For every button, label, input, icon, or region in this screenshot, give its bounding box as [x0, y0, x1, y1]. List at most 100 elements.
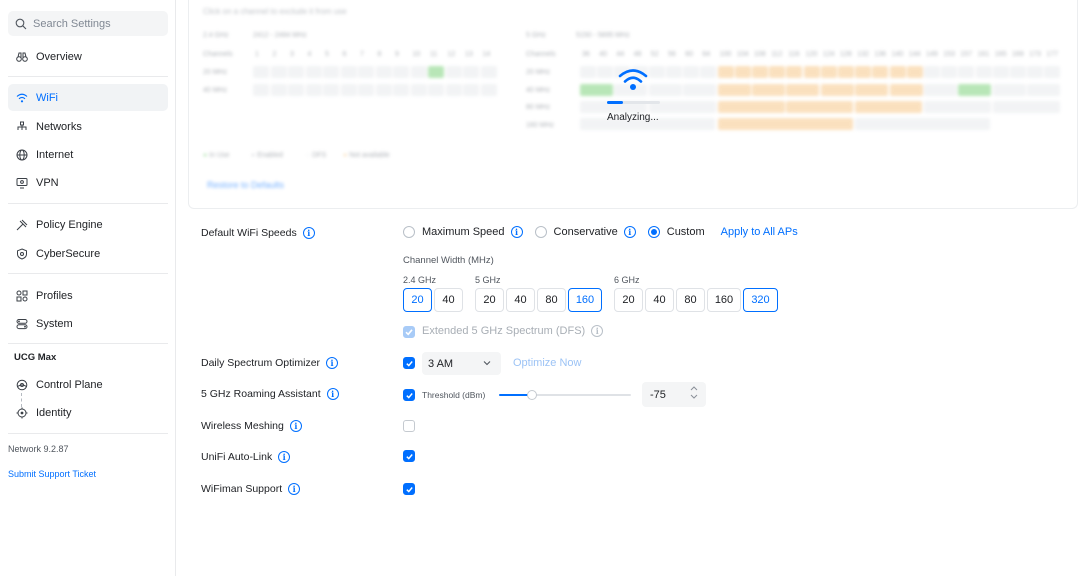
width-6-20-button[interactable]: 20 [614, 288, 643, 312]
channel-cell[interactable] [340, 66, 357, 78]
channel-cell[interactable] [992, 66, 1009, 78]
sidebar-item-cybersecure[interactable]: CyberSecure [8, 240, 168, 267]
channel-cell[interactable] [1027, 84, 1061, 96]
channel-cell[interactable] [992, 101, 1060, 113]
channel-cell[interactable] [358, 84, 374, 96]
channel-cell[interactable] [700, 66, 717, 78]
channel-cell[interactable] [752, 84, 785, 96]
chevron-up-icon[interactable] [690, 385, 698, 391]
spectrum-optimizer-checkbox[interactable] [403, 357, 415, 369]
info-icon[interactable]: i [326, 357, 339, 369]
channel-cell[interactable] [463, 66, 479, 78]
channel-cell[interactable] [752, 66, 768, 78]
wireless-meshing-checkbox[interactable] [403, 420, 415, 432]
channel-cell[interactable] [717, 84, 751, 96]
channel-cell[interactable] [717, 101, 785, 113]
apply-to-all-aps-link[interactable]: Apply to All APs [721, 226, 798, 238]
channel-cell[interactable] [717, 118, 853, 130]
radio-maximum-speed[interactable]: Maximum Speed i [403, 226, 523, 238]
channel-cell[interactable] [1010, 66, 1026, 78]
channel-cell[interactable] [288, 84, 304, 96]
roaming-assistant-checkbox[interactable] [403, 389, 415, 401]
channel-cell[interactable] [270, 66, 287, 78]
channel-cell[interactable] [253, 66, 269, 78]
channel-cell[interactable] [906, 66, 923, 78]
channel-cell[interactable] [375, 84, 392, 96]
channel-cell[interactable] [889, 66, 906, 78]
info-icon[interactable]: i [302, 227, 315, 239]
optimizer-time-select[interactable]: 3 AM [422, 352, 501, 375]
channel-cell[interactable] [683, 84, 717, 96]
channel-cell[interactable] [580, 66, 596, 78]
channel-cell[interactable] [288, 66, 304, 78]
sidebar-item-networks[interactable]: Networks [8, 113, 168, 140]
sidebar-item-control-plane[interactable]: Control Plane [8, 371, 168, 398]
channel-cell[interactable] [820, 84, 854, 96]
channel-cell[interactable] [375, 66, 392, 78]
sidebar-item-identity[interactable]: Identity [8, 399, 168, 426]
sidebar-item-profiles[interactable]: Profiles [8, 282, 168, 309]
info-icon[interactable]: i [591, 325, 604, 337]
channel-cell[interactable] [855, 66, 872, 78]
info-icon[interactable]: i [326, 388, 339, 400]
channel-cell[interactable] [305, 84, 322, 96]
submit-support-ticket-link[interactable]: Submit Support Ticket [8, 469, 96, 479]
extended-dfs-checkbox[interactable] [403, 326, 415, 338]
channel-cell[interactable] [924, 84, 957, 96]
channel-cell[interactable] [838, 66, 854, 78]
channel-cell[interactable] [872, 66, 889, 78]
channel-cell[interactable] [323, 66, 339, 78]
channel-cell[interactable] [393, 66, 409, 78]
width-5-20-button[interactable]: 20 [475, 288, 504, 312]
info-icon[interactable]: i [288, 483, 301, 495]
sidebar-item-internet[interactable]: Internet [8, 141, 168, 168]
channel-cell[interactable] [855, 84, 889, 96]
radio-custom[interactable]: Custom [647, 226, 705, 238]
channel-cell[interactable] [253, 84, 269, 96]
chevron-down-icon[interactable] [690, 394, 698, 400]
sidebar-item-wifi[interactable]: WiFi [8, 84, 168, 111]
channel-cell[interactable] [323, 84, 339, 96]
channel-cell[interactable] [820, 66, 837, 78]
restore-defaults-link[interactable]: Restore to Defaults [207, 180, 284, 190]
threshold-slider[interactable] [499, 390, 631, 400]
width-6-40-button[interactable]: 40 [645, 288, 674, 312]
channel-cell[interactable] [270, 84, 287, 96]
search-box[interactable] [8, 11, 168, 36]
channel-cell[interactable] [480, 66, 497, 78]
channel-cell[interactable] [786, 66, 803, 78]
channel-cell[interactable] [358, 66, 374, 78]
channel-cell[interactable] [803, 66, 820, 78]
channel-cell[interactable] [924, 66, 940, 78]
channel-cell[interactable] [855, 101, 923, 113]
channel-cell[interactable] [1027, 66, 1044, 78]
radio-conservative[interactable]: Conservative i [534, 226, 636, 238]
channel-cell[interactable] [410, 84, 427, 96]
channel-cell[interactable] [786, 84, 820, 96]
channel-cell[interactable] [958, 84, 992, 96]
channel-cell[interactable] [769, 66, 786, 78]
sidebar-item-overview[interactable]: Overview [8, 43, 168, 70]
info-icon[interactable]: i [289, 420, 302, 432]
info-icon[interactable]: i [278, 451, 291, 463]
auto-link-checkbox[interactable] [403, 450, 415, 462]
wifiman-support-checkbox[interactable] [403, 483, 415, 495]
channel-cell[interactable] [975, 66, 992, 78]
optimize-now-button[interactable]: Optimize Now [513, 357, 581, 369]
slider-thumb[interactable] [527, 390, 537, 400]
sidebar-item-system[interactable]: System [8, 310, 168, 337]
channel-cell[interactable] [924, 101, 991, 113]
channel-cell[interactable] [992, 84, 1026, 96]
channel-cell[interactable] [480, 84, 497, 96]
search-input[interactable] [33, 17, 153, 30]
channel-cell[interactable] [958, 66, 975, 78]
width-5-80-button[interactable]: 80 [537, 288, 566, 312]
width-6-80-button[interactable]: 80 [676, 288, 705, 312]
channel-cell[interactable] [445, 84, 462, 96]
channel-cell[interactable] [305, 66, 322, 78]
channel-cell[interactable] [410, 66, 427, 78]
channel-cell[interactable] [889, 84, 923, 96]
channel-cell[interactable] [1044, 66, 1061, 78]
channel-cell[interactable] [428, 84, 444, 96]
sidebar-item-vpn[interactable]: VPN [8, 169, 168, 196]
